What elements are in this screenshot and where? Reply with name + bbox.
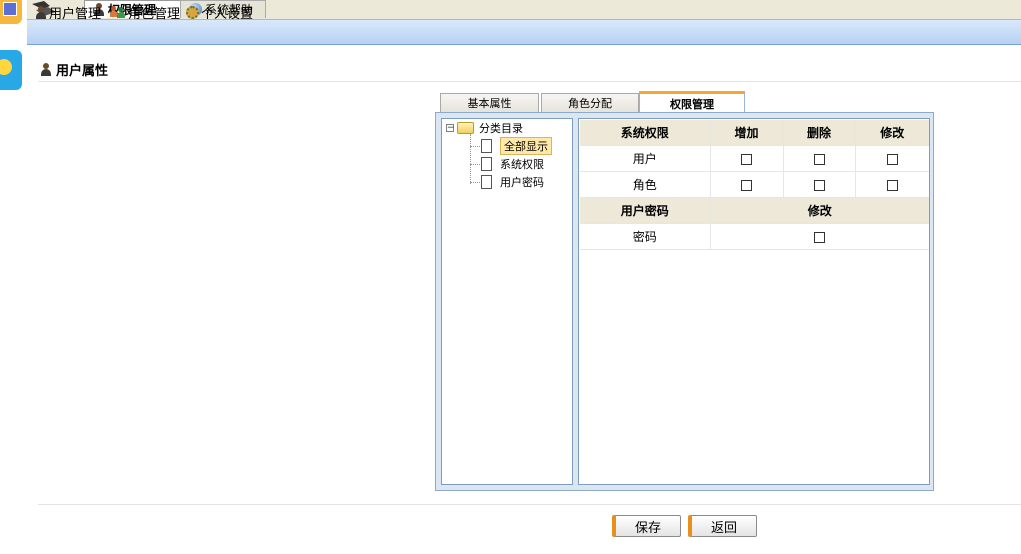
menu-item-label: 个人设置 xyxy=(201,6,254,22)
calendar-app-icon[interactable] xyxy=(0,0,22,24)
chat-app-icon[interactable] xyxy=(0,50,22,90)
user-icon xyxy=(35,5,47,19)
menu-item-role-management[interactable]: 角色管理 xyxy=(110,0,180,24)
tree-root-label: 分类目录 xyxy=(479,122,523,135)
tab-label: 权限管理 xyxy=(670,97,714,111)
tab-label: 基本属性 xyxy=(467,97,512,110)
menu-item-personal-settings[interactable]: 个人设置 xyxy=(186,0,253,24)
table-row: 密码 xyxy=(580,223,929,250)
tab-basic-properties[interactable]: 基本属性 xyxy=(440,93,539,112)
user-delete-checkbox[interactable] xyxy=(813,153,825,165)
column-header: 系统权限 xyxy=(580,120,710,146)
column-header: 增加 xyxy=(709,120,783,146)
menu-item-label: 用户管理 xyxy=(49,6,102,22)
tree-item-label: 用户密码 xyxy=(500,176,544,189)
app-launcher-strip xyxy=(0,0,27,554)
table-row: 用户 xyxy=(580,145,929,172)
document-icon xyxy=(481,139,492,153)
tree-root[interactable]: − 分类目录 xyxy=(446,121,523,135)
back-button[interactable]: 返回 xyxy=(688,515,757,537)
collapse-icon[interactable]: − xyxy=(446,124,455,133)
tab-role-assignment[interactable]: 角色分配 xyxy=(541,93,639,112)
document-icon xyxy=(481,175,492,189)
settings-icon xyxy=(186,5,199,19)
tab-label: 角色分配 xyxy=(568,97,612,110)
row-label: 密码 xyxy=(580,223,710,250)
tree-item-user-password[interactable]: 用户密码 xyxy=(481,174,544,190)
tree-item-label: 系统权限 xyxy=(500,158,544,171)
tree-item-show-all[interactable]: 全部显示 xyxy=(481,137,552,155)
permission-table: 系统权限 增加 删除 修改 用户 角色 用户密码 修改 密码 xyxy=(580,120,929,250)
folder-open-icon xyxy=(457,122,474,134)
table-header-row: 系统权限 增加 删除 修改 xyxy=(580,120,929,146)
role-add-checkbox[interactable] xyxy=(741,179,752,191)
row-label: 用户 xyxy=(580,145,710,172)
column-header: 修改 xyxy=(854,120,929,146)
tab-permission-management[interactable]: 权限管理 xyxy=(639,91,745,113)
divider xyxy=(38,81,1021,82)
table-row: 角色 xyxy=(580,171,929,198)
users-icon xyxy=(110,5,126,19)
user-edit-checkbox[interactable] xyxy=(886,153,898,165)
tree-item-label: 全部显示 xyxy=(500,137,552,155)
menu-item-user-management[interactable]: 用户管理 xyxy=(35,0,101,24)
row-label: 角色 xyxy=(580,171,710,198)
table-header-row: 用户密码 修改 xyxy=(580,197,929,224)
column-header: 用户密码 xyxy=(580,197,710,224)
page-title-text: 用户属性 xyxy=(56,63,109,79)
document-icon xyxy=(481,157,492,171)
page-title: 用户属性 xyxy=(40,61,109,79)
password-edit-checkbox[interactable] xyxy=(814,231,826,243)
role-edit-checkbox[interactable] xyxy=(886,179,898,191)
menu-item-label: 角色管理 xyxy=(128,6,181,22)
user-icon xyxy=(40,62,52,76)
save-button[interactable]: 保存 xyxy=(612,515,681,537)
role-delete-checkbox[interactable] xyxy=(813,179,825,191)
column-header: 修改 xyxy=(709,197,929,224)
user-add-checkbox[interactable] xyxy=(741,153,752,165)
divider xyxy=(38,504,1021,505)
column-header: 删除 xyxy=(782,120,855,146)
tree-item-system-permissions[interactable]: 系统权限 xyxy=(481,156,544,172)
